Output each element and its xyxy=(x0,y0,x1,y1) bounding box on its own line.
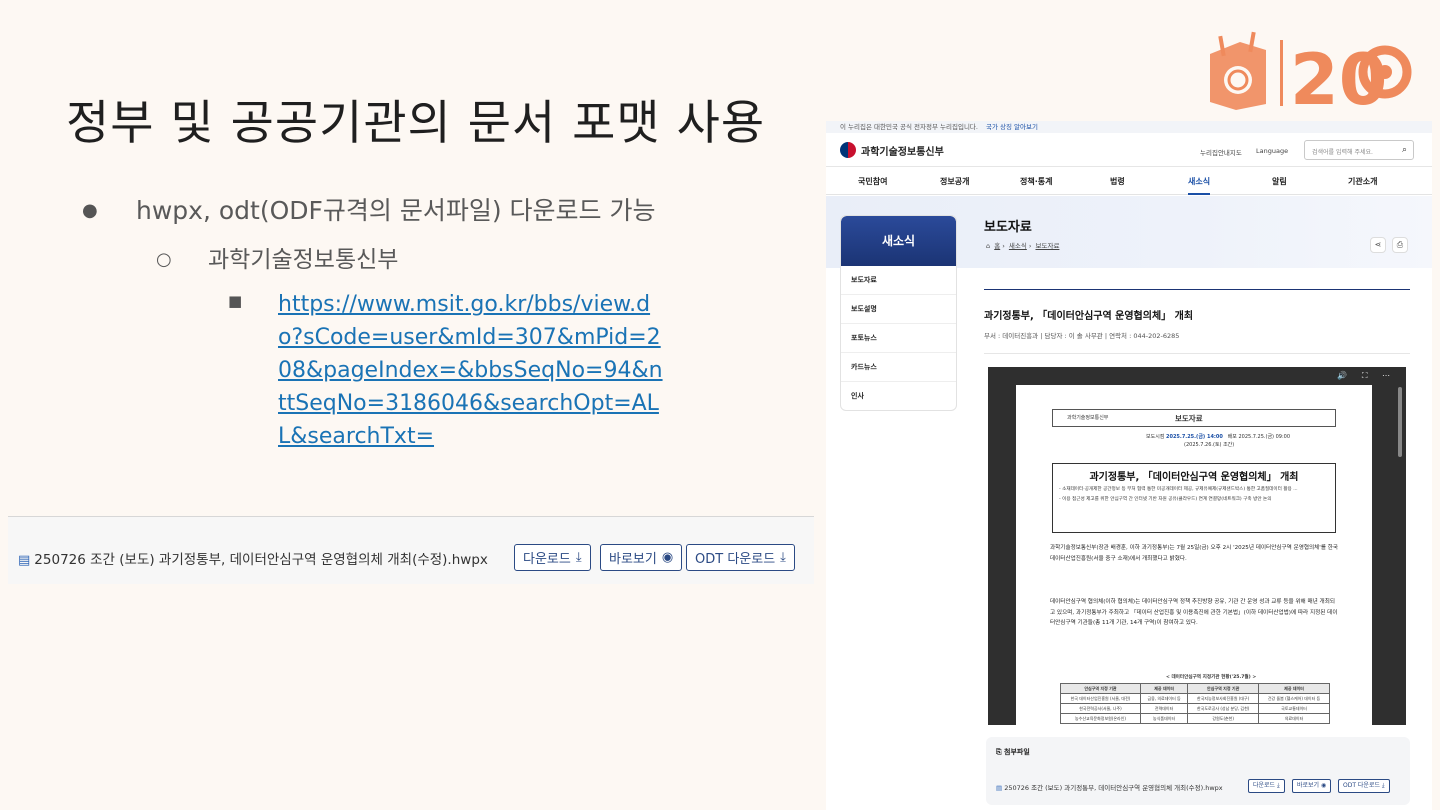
nav-item[interactable]: 법령 xyxy=(1110,176,1125,187)
side-item[interactable]: 포토뉴스 xyxy=(841,324,956,353)
doc-header-box: 과학기술정보통신부 보도자료 xyxy=(1052,409,1336,427)
nav-item[interactable]: 국민참여 xyxy=(858,176,887,187)
crumb-press[interactable]: 보도자료 xyxy=(1036,242,1060,250)
gov-symbol-link[interactable]: 국가 상징 알아보기 xyxy=(986,123,1038,131)
attachment-label: ⎘ 첨부파일 xyxy=(996,748,1030,756)
viewer-controls[interactable]: 🔊 ⛶ ⋯ xyxy=(1337,371,1396,381)
page-title: 보도자료 xyxy=(984,220,1032,235)
anniversary-logo: 20 xyxy=(1210,31,1412,114)
ministry-link[interactable]: https://www.msit.go.kr/bbs/view.do?sCode… xyxy=(278,288,668,453)
attachment-filename: 250726 조간 (보도) 과기정통부, 데이터안심구역 운영협의체 개최(수… xyxy=(34,552,488,568)
doc-headline-box: 과기정통부, 「데이터안심구역 운영협의체」 개최 - 소재데이터·공개제한 공… xyxy=(1052,463,1336,533)
search-icon[interactable]: ⌕ xyxy=(1402,145,1407,155)
doc-paragraph: 과학기술정보통신부(장관 배경훈, 이하 과기정통부)는 7월 25일(금) 오… xyxy=(1050,545,1339,562)
slide-title: 정부 및 공공기관의 문서 포맷 사용 xyxy=(66,96,766,151)
main-nav: 국민참여 정보공개 정책·통계 법령 새소식 알림 기관소개 xyxy=(826,167,1432,195)
nav-item[interactable]: 정보공개 xyxy=(940,176,969,187)
title-divider xyxy=(984,289,1410,290)
attachment-strip: ▤ 250726 조간 (보도) 과기정통부, 데이터안심구역 운영협의체 개최(… xyxy=(8,516,814,584)
article-title: 과기정통부, 「데이터안심구역 운영협의체」 개최 xyxy=(984,311,1194,322)
nav-item[interactable]: 기관소개 xyxy=(1348,176,1377,187)
side-item[interactable]: 인사 xyxy=(841,382,956,410)
odt-download-button[interactable]: ODT 다운로드 ⤓ xyxy=(1338,779,1390,793)
doc-table: 안심구역 지정 기관 제공 데이터 안심구역 지정 기관 제공 데이터 한국 데이터… xyxy=(1060,683,1330,724)
side-item[interactable]: 보도설명 xyxy=(841,295,956,324)
bullet-level1: ● hwpx, odt(ODF규격의 문서파일) 다운로드 가능 xyxy=(80,192,680,230)
nav-item[interactable]: 알림 xyxy=(1272,176,1287,187)
crumb-home[interactable]: 홈 xyxy=(994,242,1000,250)
side-item[interactable]: 보도자료 xyxy=(841,266,956,295)
bullet-circle: ○ xyxy=(156,249,172,270)
download-icon: ⤓ xyxy=(575,550,582,565)
crumb-news[interactable]: 새소식 xyxy=(1009,242,1027,250)
download-icon: ⤓ xyxy=(780,550,786,565)
print-icon[interactable]: ⎙ xyxy=(1392,237,1408,253)
nav-item-active[interactable]: 새소식 xyxy=(1188,176,1211,195)
language-select[interactable]: Language xyxy=(1256,147,1288,155)
download-button[interactable]: 다운로드 ⤓ xyxy=(1248,779,1285,793)
doc-paragraph: 데이터안심구역 협의체(이하 협의체)는 데이터안심구역 정책 추진방향 공유,… xyxy=(1050,599,1338,626)
side-item[interactable]: 카드뉴스 xyxy=(841,353,956,382)
table-row: 한국전력공사(서울, 나주) 전력데이터 한국도로공사 (성남 분당, 김천) 국토… xyxy=(1060,703,1330,714)
side-menu-title: 새소식 xyxy=(841,216,956,266)
paperclip-icon: ⎘ xyxy=(996,748,1002,756)
bullet-text-ministry: 과학기술정보통신부 xyxy=(208,247,399,273)
bullet-level2: ○ 과학기술정보통신부 xyxy=(156,244,680,276)
search-input[interactable]: 검색어를 입력해 주세요. ⌕ xyxy=(1304,140,1414,160)
doc-table-caption: < 데이터안심구역 지정기관 현황('25.7월) > xyxy=(1166,675,1257,680)
site-header: 과학기술정보통신부 누리집안내지도 Language 검색어를 입력해 주세요.… xyxy=(826,133,1432,167)
file-icon: ▤ xyxy=(18,553,31,568)
emblem-icon xyxy=(840,142,856,158)
viewer-scrollbar[interactable] xyxy=(1398,387,1402,457)
document-viewer[interactable]: 🔊 ⛶ ⋯ 과학기술정보통신부 보도자료 보도시점 2025.7.25.(금) … xyxy=(988,367,1406,725)
meta-divider xyxy=(984,353,1410,354)
sitemap-link[interactable]: 누리집안내지도 xyxy=(1200,147,1242,157)
attachment-box: ⎘ 첨부파일 ▤ 250726 조간 (보도) 과기정통부, 데이터안심구역 운… xyxy=(986,737,1410,805)
article-meta: 부서 : 데이터진흥과 | 담당자 : 이 솔 사무관 | 연락처 : 044-… xyxy=(984,332,1180,340)
eye-icon: ◉ xyxy=(661,550,674,565)
bullet-dot: ● xyxy=(82,200,98,221)
preview-button[interactable]: 바로보기 ◉ xyxy=(600,544,683,571)
share-icon[interactable]: ⋖ xyxy=(1370,237,1386,253)
bullet-level3: ■ https://www.msit.go.kr/bbs/view.do?sCo… xyxy=(228,288,680,453)
table-row: 농수산교육문화정보원(온라인) 농식품데이터 강원도(춘천) 의료데이터 xyxy=(1060,713,1330,724)
bullet-square: ■ xyxy=(228,292,243,310)
file-icon: ▤ xyxy=(996,784,1003,792)
breadcrumb: ⌂ 홈 › 새소식 › 보도자료 xyxy=(986,242,1060,250)
home-icon[interactable]: ⌂ xyxy=(986,242,990,250)
site-logo[interactable]: 과학기술정보통신부 xyxy=(840,142,944,158)
download-button[interactable]: 다운로드 ⤓ xyxy=(514,544,591,571)
bullet-list: ● hwpx, odt(ODF규격의 문서파일) 다운로드 가능 ○ 과학기술정… xyxy=(80,192,680,453)
document-page: 과학기술정보통신부 보도자료 보도시점 2025.7.25.(금) 14:00 … xyxy=(1016,385,1372,725)
preview-button[interactable]: 바로보기 ◉ xyxy=(1292,779,1332,793)
side-menu: 새소식 보도자료 보도설명 포토뉴스 카드뉴스 인사 xyxy=(840,215,957,411)
odt-download-button[interactable]: ODT 다운로드 ⤓ xyxy=(686,544,795,571)
attachment-file[interactable]: ▤ 250726 조간 (보도) 과기정통부, 데이터안심구역 운영협의체 개최… xyxy=(996,782,1223,792)
website-screenshot: 이 누리집은 대한민국 공식 전자정부 누리집입니다. 국가 상징 알아보기 과학… xyxy=(826,121,1432,810)
gov-notice-bar: 이 누리집은 대한민국 공식 전자정부 누리집입니다. 국가 상징 알아보기 xyxy=(826,121,1432,133)
nav-item[interactable]: 정책·통계 xyxy=(1020,176,1052,187)
table-row: 한국 데이터산업진흥원 (서울, 대전) 금융, 의료데이터 등 한국지능정보사회… xyxy=(1060,693,1330,704)
bullet-text-formats: hwpx, odt(ODF규격의 문서파일) 다운로드 가능 xyxy=(136,196,656,225)
attachment-file[interactable]: ▤ 250726 조간 (보도) 과기정통부, 데이터안심구역 운영협의체 개최(… xyxy=(18,548,488,568)
doc-release-info: 보도시점 2025.7.25.(금) 14:00 배포 2025.7.25.(금… xyxy=(1146,434,1291,448)
